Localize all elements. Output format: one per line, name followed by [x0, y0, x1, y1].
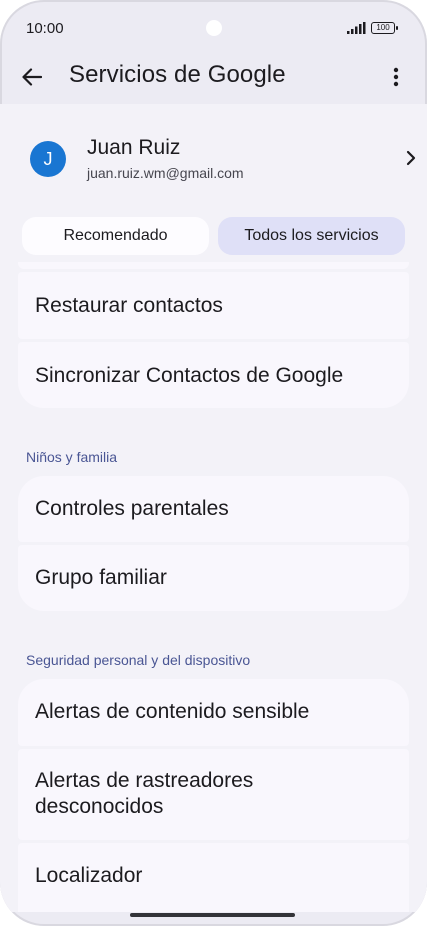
status-time: 10:00	[26, 20, 64, 37]
section-header-family: Niños y familia	[26, 449, 118, 465]
avatar: J	[30, 141, 66, 177]
page-title: Servicios de Google	[69, 61, 286, 88]
account-email: juan.ruiz.wm@gmail.com	[87, 165, 244, 181]
list-item-label: Localizador	[35, 864, 143, 887]
list-item-label: Restaurar contactos	[35, 294, 223, 317]
list-item-label: Sincronizar Contactos de Google	[35, 364, 344, 387]
tab-recomendado[interactable]: Recomendado	[22, 217, 209, 255]
phone-screen: 10:00 100 Servicios de Google J Juan Rui…	[0, 0, 427, 926]
home-indicator[interactable]	[130, 913, 295, 917]
section-header-safety: Seguridad personal y del dispositivo	[26, 652, 251, 668]
scrolled-card-edge	[18, 262, 409, 269]
app-bar: Servicios de Google	[0, 52, 427, 104]
battery-icon: 100	[371, 22, 398, 34]
list-item-label: Alertas de contenido sensible	[35, 700, 310, 723]
account-name: Juan Ruiz	[87, 136, 181, 159]
signal-icon	[347, 22, 366, 34]
list-item-controles-parentales[interactable]: Controles parentales	[18, 476, 409, 542]
more-options-icon[interactable]	[384, 63, 408, 91]
list-item-grupo-familiar[interactable]: Grupo familiar	[18, 545, 409, 611]
back-arrow-icon[interactable]	[18, 63, 46, 91]
status-bar: 10:00 100	[0, 0, 427, 56]
list-item-alertas-rastreadores[interactable]: Alertas de rastreadores desconocidos	[18, 749, 409, 840]
chevron-right-icon	[406, 150, 416, 166]
list-item-label: Alertas de rastreadores desconocidos	[35, 769, 254, 818]
list-item-alertas-contenido-sensible[interactable]: Alertas de contenido sensible	[18, 679, 409, 746]
camera-cutout	[206, 20, 222, 36]
tab-todos-los-servicios[interactable]: Todos los servicios	[218, 217, 405, 255]
list-item-sincronizar-contactos[interactable]: Sincronizar Contactos de Google	[18, 342, 409, 408]
main-content: J Juan Ruiz juan.ruiz.wm@gmail.com Recom…	[0, 104, 427, 912]
list-item-label: Controles parentales	[35, 497, 229, 520]
list-item-label: Grupo familiar	[35, 566, 167, 589]
account-row[interactable]: J Juan Ruiz juan.ruiz.wm@gmail.com	[18, 114, 416, 181]
list-item-restaurar-contactos[interactable]: Restaurar contactos	[18, 272, 409, 339]
list-item-localizador[interactable]: Localizador	[18, 843, 409, 912]
